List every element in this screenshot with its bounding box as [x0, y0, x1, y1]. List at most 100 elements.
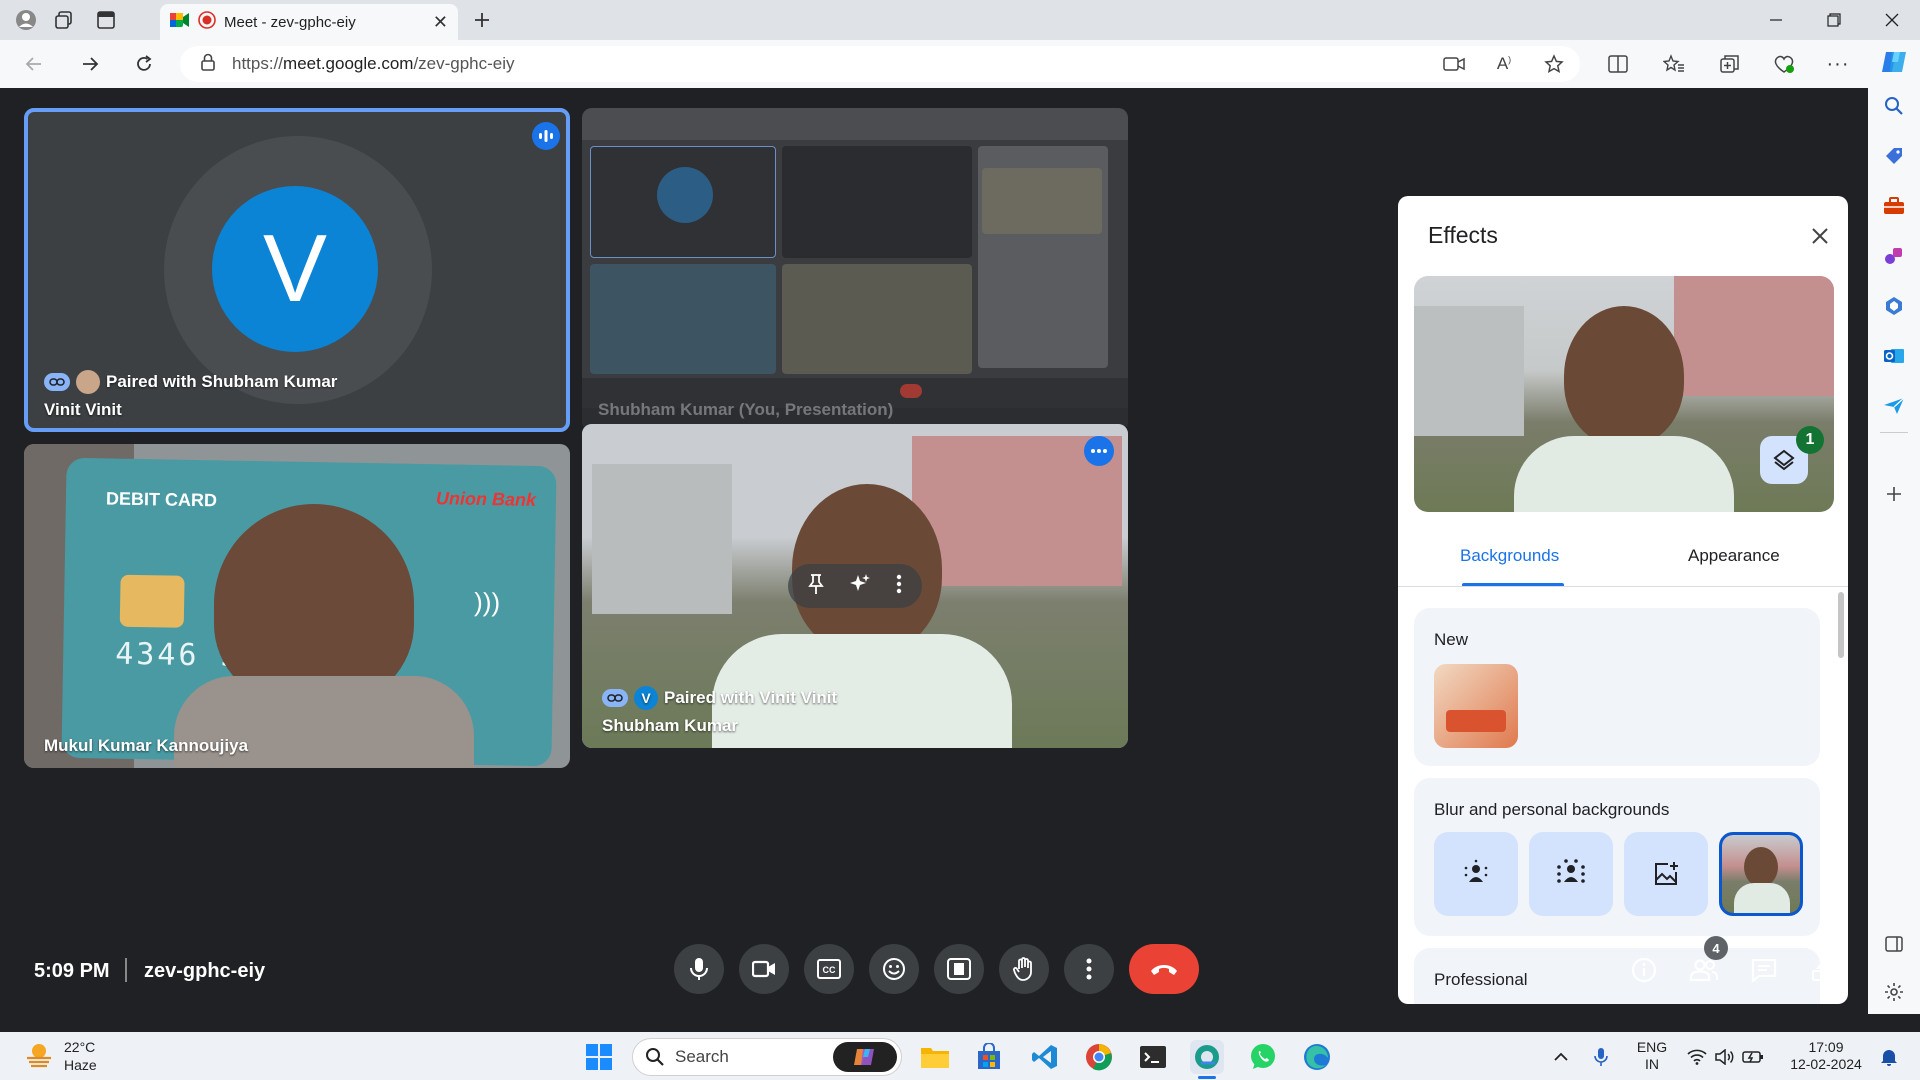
- browser-essentials-icon[interactable]: [1770, 50, 1798, 78]
- forward-button[interactable]: [76, 50, 104, 78]
- presentation-tile[interactable]: Shubham Kumar (You, Presentation): [582, 108, 1128, 432]
- minimize-window-button[interactable]: [1748, 0, 1804, 40]
- pair-text: Paired with Shubham Kumar: [106, 372, 338, 391]
- copilot-search-icon[interactable]: [833, 1042, 897, 1072]
- close-window-button[interactable]: [1864, 0, 1920, 40]
- url-prefix: https://: [232, 54, 284, 73]
- split-screen-icon[interactable]: [1604, 50, 1632, 78]
- copilot-icon[interactable]: [1880, 48, 1908, 76]
- person-head: [214, 504, 414, 704]
- browser-tab-meet[interactable]: Meet - zev-gphc-eiy ✕: [160, 4, 458, 40]
- participant-tile-shubham[interactable]: V Paired with Vinit Vinit Shubham Kumar: [582, 424, 1128, 748]
- chrome-icon[interactable]: [1082, 1040, 1116, 1074]
- raise-hand-button[interactable]: [999, 944, 1049, 994]
- collections-icon[interactable]: [1716, 50, 1744, 78]
- edge-icon[interactable]: [1300, 1040, 1334, 1074]
- close-effects-button[interactable]: [1804, 220, 1836, 252]
- wifi-icon[interactable]: [1684, 1040, 1710, 1074]
- sidebar-divider: [1880, 432, 1908, 433]
- preview-building: [1414, 306, 1524, 436]
- participant-options-button[interactable]: [1084, 436, 1114, 466]
- close-tab-icon[interactable]: ✕: [433, 12, 448, 33]
- settings-gear-icon[interactable]: [1880, 978, 1908, 1006]
- edge-dev-icon[interactable]: [1190, 1040, 1224, 1074]
- tab-appearance[interactable]: Appearance: [1688, 546, 1780, 566]
- back-button[interactable]: [20, 50, 48, 78]
- address-bar[interactable]: https://meet.google.com/zev-gphc-eiy: [180, 46, 1580, 82]
- microphone-tray-icon[interactable]: [1586, 1040, 1616, 1074]
- tools-icon[interactable]: [1880, 192, 1908, 220]
- browser-toolbar: https://meet.google.com/zev-gphc-eiy A) …: [0, 40, 1920, 88]
- outlook-icon[interactable]: [1880, 342, 1908, 370]
- new-tab-icon[interactable]: [470, 8, 494, 32]
- panel-scrollbar[interactable]: [1838, 592, 1844, 658]
- hide-sidebar-icon[interactable]: [1880, 930, 1908, 958]
- leave-call-button[interactable]: [1129, 944, 1199, 994]
- lock-icon[interactable]: [200, 53, 216, 76]
- shopping-tag-icon[interactable]: [1880, 142, 1908, 170]
- present-button[interactable]: [934, 944, 984, 994]
- camera-button[interactable]: [739, 944, 789, 994]
- favorites-icon[interactable]: [1660, 50, 1688, 78]
- captions-button[interactable]: CC: [804, 944, 854, 994]
- microphone-button[interactable]: [674, 944, 724, 994]
- more-options-icon[interactable]: ···: [1824, 50, 1852, 78]
- input-language[interactable]: ENG IN: [1636, 1039, 1668, 1073]
- start-button[interactable]: [582, 1040, 616, 1074]
- edge-sidebar: [1868, 88, 1920, 1014]
- battery-charging-icon[interactable]: [1740, 1040, 1766, 1074]
- visual-effects-sparkle-icon[interactable]: [849, 573, 871, 600]
- drop-icon[interactable]: [1880, 392, 1908, 420]
- reactions-button[interactable]: [869, 944, 919, 994]
- blur-background-button[interactable]: [1529, 832, 1613, 916]
- more-options-button[interactable]: [1064, 944, 1114, 994]
- system-clock[interactable]: 17:09 12-02-2024: [1784, 1039, 1868, 1073]
- vertical-tabs-icon[interactable]: [94, 8, 118, 32]
- read-aloud-icon[interactable]: A): [1490, 50, 1518, 78]
- microsoft-store-icon[interactable]: [972, 1040, 1006, 1074]
- activities-button[interactable]: [1804, 950, 1844, 990]
- notifications-bell-icon[interactable]: [1874, 1040, 1904, 1074]
- recording-icon: [198, 11, 216, 33]
- participant-tile-vinit[interactable]: V Paired with Shubham Kumar Vinit Vinit: [24, 108, 570, 432]
- tile-more-options-icon[interactable]: [896, 574, 902, 599]
- slight-blur-button[interactable]: [1434, 832, 1518, 916]
- card-label: DEBIT CARD: [105, 488, 218, 511]
- terminal-icon[interactable]: [1136, 1040, 1170, 1074]
- card-chip: [119, 574, 185, 628]
- weather-widget[interactable]: 22°C Haze: [24, 1038, 97, 1074]
- microsoft-365-icon[interactable]: [1880, 292, 1908, 320]
- meeting-details-button[interactable]: [1624, 950, 1664, 990]
- chat-icon: [1751, 958, 1777, 982]
- vscode-icon[interactable]: [1028, 1040, 1062, 1074]
- region-code: IN: [1645, 1056, 1659, 1072]
- blur-icon: [1557, 859, 1585, 883]
- profile-icon[interactable]: [14, 8, 38, 32]
- camera-in-use-icon[interactable]: [1440, 50, 1468, 78]
- restore-window-button[interactable]: [1806, 0, 1862, 40]
- whatsapp-icon[interactable]: [1246, 1040, 1280, 1074]
- workspaces-icon[interactable]: [52, 8, 76, 32]
- browser-tab-bar: Meet - zev-gphc-eiy ✕: [0, 0, 1920, 40]
- personal-background-selected[interactable]: [1719, 832, 1803, 916]
- volume-icon[interactable]: [1712, 1040, 1738, 1074]
- upload-background-button[interactable]: [1624, 832, 1708, 916]
- thumb-body: [1734, 883, 1790, 913]
- shared-tile-1: [590, 146, 776, 258]
- file-explorer-icon[interactable]: [918, 1040, 952, 1074]
- favorite-star-icon[interactable]: [1540, 50, 1568, 78]
- tab-backgrounds[interactable]: Backgrounds: [1460, 546, 1559, 566]
- sidebar-search-icon[interactable]: [1880, 92, 1908, 120]
- participant-name: Mukul Kumar Kannoujiya: [44, 736, 249, 755]
- participant-tile-mukul[interactable]: DEBIT CARD Union Bank 4346 5 6 6562 ))) …: [24, 444, 570, 768]
- show-hidden-icons-chevron-icon[interactable]: [1546, 1040, 1576, 1074]
- chat-button[interactable]: [1744, 950, 1784, 990]
- paired-user-avatar: V: [634, 686, 658, 710]
- games-icon[interactable]: [1880, 242, 1908, 270]
- new-background-option[interactable]: [1434, 664, 1518, 748]
- add-sidebar-app-icon[interactable]: [1880, 480, 1908, 508]
- refresh-button[interactable]: [130, 50, 158, 78]
- pin-icon[interactable]: [808, 573, 825, 600]
- shared-tile-2: [782, 146, 972, 258]
- taskbar-search[interactable]: Search: [632, 1038, 902, 1076]
